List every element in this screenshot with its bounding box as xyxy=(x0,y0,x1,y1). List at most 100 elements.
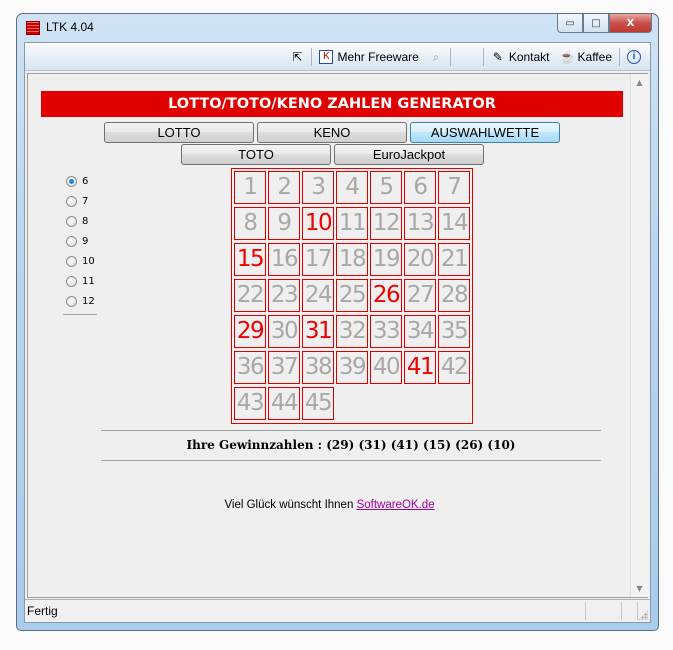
mehr-freeware-label: Mehr Freeware xyxy=(337,49,419,64)
radio-button[interactable] xyxy=(66,275,77,287)
radio-label: 6 xyxy=(82,175,89,187)
number-cell[interactable]: 11 xyxy=(336,207,368,240)
number-cell[interactable]: 6 xyxy=(404,171,436,204)
maximize-button[interactable]: □ xyxy=(583,14,609,33)
number-cell[interactable]: 27 xyxy=(404,279,436,312)
radio-button[interactable] xyxy=(66,255,77,267)
minimize-icon: ▭ xyxy=(565,17,575,29)
number-cell[interactable]: 21 xyxy=(438,243,470,276)
number-cell[interactable]: 24 xyxy=(302,279,334,312)
close-icon: X xyxy=(626,17,635,29)
kaffee-label: Kaffee xyxy=(577,49,612,64)
number-cell[interactable]: 4 xyxy=(336,171,368,204)
radio-button[interactable] xyxy=(66,235,77,247)
close-button[interactable]: X xyxy=(609,14,652,33)
resize-grip-icon[interactable] xyxy=(638,610,648,620)
number-cell[interactable]: 42 xyxy=(438,351,470,384)
toto-button[interactable]: TOTO xyxy=(181,144,331,165)
number-cell[interactable]: 3 xyxy=(302,171,334,204)
number-cell[interactable]: 17 xyxy=(302,243,334,276)
number-cell-drawn[interactable]: 41 xyxy=(404,351,436,384)
radio-label: 12 xyxy=(82,295,95,307)
radio-button[interactable] xyxy=(66,175,77,187)
toolbar: ⇱ K Mehr Freeware ⌕ ✎ Kontakt ☕ Kaffee i xyxy=(25,43,650,71)
count-option-9[interactable]: 9 xyxy=(66,231,95,251)
number-cell[interactable]: 12 xyxy=(370,207,402,240)
number-cell[interactable]: 2 xyxy=(268,171,300,204)
number-cell[interactable]: 8 xyxy=(234,207,266,240)
number-cell[interactable]: 45 xyxy=(302,387,334,420)
number-cell[interactable]: 16 xyxy=(268,243,300,276)
lotto-button[interactable]: LOTTO xyxy=(104,122,254,143)
count-option-11[interactable]: 11 xyxy=(66,271,95,291)
toolbar-search-button[interactable]: ⌕ xyxy=(424,46,448,68)
info-icon: i xyxy=(627,49,641,64)
radio-label: 7 xyxy=(82,195,89,207)
edit-icon: ✎ xyxy=(492,49,503,64)
number-cell[interactable]: 34 xyxy=(404,315,436,348)
number-cell[interactable]: 28 xyxy=(438,279,470,312)
title-bar[interactable]: LTK 4.04 ▭ □ X xyxy=(17,14,658,42)
app-window: LTK 4.04 ▭ □ X ⇱ K Mehr Freeware ⌕ ✎ Kon… xyxy=(16,13,659,631)
number-cell[interactable]: 43 xyxy=(234,387,266,420)
count-option-10[interactable]: 10 xyxy=(66,251,95,271)
number-cell-drawn[interactable]: 26 xyxy=(370,279,402,312)
number-cell[interactable]: 19 xyxy=(370,243,402,276)
count-option-8[interactable]: 8 xyxy=(66,211,95,231)
radio-label: 9 xyxy=(82,235,89,247)
number-cell-drawn[interactable]: 10 xyxy=(302,207,334,240)
shortcut-icon: ⇱ xyxy=(292,49,303,64)
number-cell[interactable]: 39 xyxy=(336,351,368,384)
number-cell[interactable]: 1 xyxy=(234,171,266,204)
app-icon xyxy=(26,21,40,35)
status-bar: Fertig xyxy=(25,599,650,622)
count-option-7[interactable]: 7 xyxy=(66,191,95,211)
toolbar-mehr-freeware-button[interactable]: K Mehr Freeware xyxy=(314,46,423,68)
number-cell[interactable]: 20 xyxy=(404,243,436,276)
toolbar-separator xyxy=(449,47,451,66)
eurojackpot-button[interactable]: EuroJackpot xyxy=(334,144,484,165)
vertical-scrollbar[interactable]: ▲ ▼ xyxy=(630,74,648,597)
content-area: LOTTO/TOTO/KENO ZAHLEN GENERATOR LOTTO K… xyxy=(27,73,648,598)
scroll-down-icon[interactable]: ▼ xyxy=(631,580,648,597)
number-cell[interactable]: 9 xyxy=(268,207,300,240)
radio-button[interactable] xyxy=(66,195,77,207)
number-cell[interactable]: 18 xyxy=(336,243,368,276)
auswahlwette-button[interactable]: AUSWAHLWETTE xyxy=(410,122,560,143)
keno-button[interactable]: KENO xyxy=(257,122,407,143)
number-cell[interactable]: 40 xyxy=(370,351,402,384)
number-cell-drawn[interactable]: 15 xyxy=(234,243,266,276)
number-cell[interactable]: 7 xyxy=(438,171,470,204)
divider xyxy=(63,314,97,315)
radio-button[interactable] xyxy=(66,295,77,307)
number-cell[interactable]: 13 xyxy=(404,207,436,240)
minimize-button[interactable]: ▭ xyxy=(557,14,583,33)
number-cell[interactable]: 14 xyxy=(438,207,470,240)
number-cell-drawn[interactable]: 31 xyxy=(302,315,334,348)
number-cell[interactable]: 30 xyxy=(268,315,300,348)
number-cell[interactable]: 37 xyxy=(268,351,300,384)
number-cell-drawn[interactable]: 29 xyxy=(234,315,266,348)
status-text: Fertig xyxy=(27,604,58,618)
toolbar-kontakt-button[interactable]: ✎ Kontakt xyxy=(486,46,555,68)
number-cell[interactable]: 23 xyxy=(268,279,300,312)
softwareok-link[interactable]: SoftwareOK.de xyxy=(357,499,435,511)
number-cell[interactable]: 38 xyxy=(302,351,334,384)
radio-label: 8 xyxy=(82,215,89,227)
number-cell[interactable]: 32 xyxy=(336,315,368,348)
number-cell[interactable]: 44 xyxy=(268,387,300,420)
number-cell[interactable]: 35 xyxy=(438,315,470,348)
toolbar-shortcut-button[interactable]: ⇱ xyxy=(285,46,309,68)
number-cell[interactable]: 25 xyxy=(336,279,368,312)
number-cell[interactable]: 36 xyxy=(234,351,266,384)
toolbar-kaffee-button[interactable]: ☕ Kaffee xyxy=(555,46,617,68)
scroll-up-icon[interactable]: ▲ xyxy=(631,74,648,91)
number-cell[interactable]: 33 xyxy=(370,315,402,348)
toolbar-info-button[interactable]: i xyxy=(622,46,646,68)
radio-button[interactable] xyxy=(66,215,77,227)
count-option-12[interactable]: 12 xyxy=(66,291,95,311)
count-option-6[interactable]: 6 xyxy=(66,171,95,191)
number-cell[interactable]: 22 xyxy=(234,279,266,312)
divider xyxy=(101,460,601,461)
number-cell[interactable]: 5 xyxy=(370,171,402,204)
